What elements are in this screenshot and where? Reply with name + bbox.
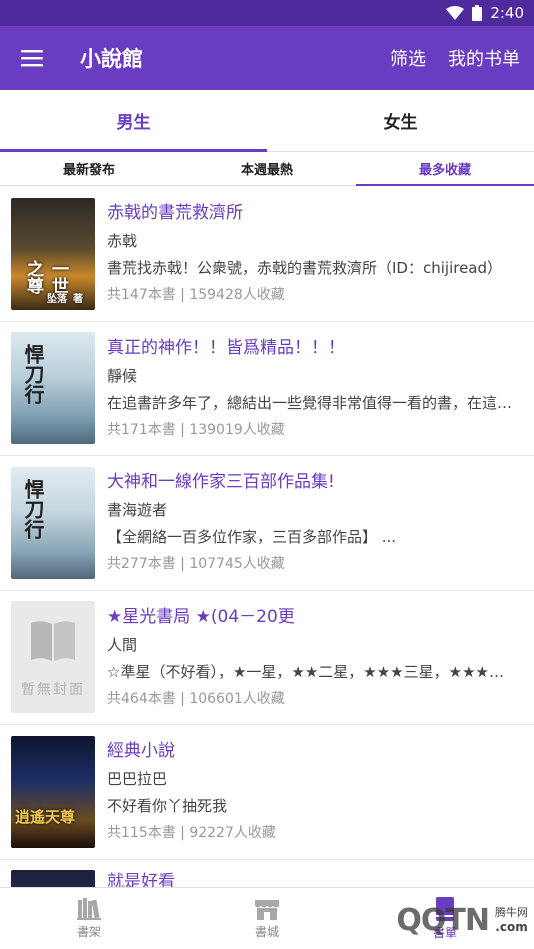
menu-button[interactable] bbox=[0, 26, 64, 90]
booklist-stats: 共277本書 | 107745人收藏 bbox=[107, 556, 285, 573]
battery-icon bbox=[472, 5, 483, 21]
cover-title: 逍遙天尊 bbox=[15, 807, 76, 826]
nav-bookshelf[interactable]: 書架 bbox=[0, 888, 178, 949]
status-time: 2:40 bbox=[490, 4, 524, 22]
book-cover bbox=[11, 869, 95, 887]
booklist-title: 經典小說 bbox=[107, 741, 175, 762]
booklist-desc: 在追書許多年了，總結出一些覺得非常值得一看的書，在這裏分享給大家 bbox=[107, 393, 516, 412]
booklist-title: 大神和一線作家三百部作品集! bbox=[107, 472, 335, 493]
booklist-desc: 【全網絡一百多位作家，三百多部作品】 ... bbox=[107, 528, 397, 547]
cover-author: 坠落 bbox=[47, 293, 67, 305]
wifi-icon bbox=[446, 6, 465, 20]
list-item[interactable]: 就是好看 bbox=[0, 860, 534, 888]
watermark-domain: .com bbox=[495, 920, 528, 934]
list-item[interactable]: 悍刀行 大神和一線作家三百部作品集! 書海遊者 【全網絡一百多位作家，三百多部作… bbox=[0, 456, 534, 591]
list-item[interactable]: 逍遙天尊 經典小說 巴巴拉巴 不好看你丫抽死我 共115本書 | 92227人收… bbox=[0, 725, 534, 860]
watermark-site: 腾牛网 bbox=[495, 906, 528, 919]
booklist-author: 赤戟 bbox=[107, 232, 138, 251]
tab-newest[interactable]: 最新發布 bbox=[0, 152, 178, 185]
booklist-author: 靜候 bbox=[107, 366, 138, 385]
booklist-title: 就是好看 bbox=[107, 871, 175, 888]
cover-title: 悍刀行 bbox=[21, 478, 45, 539]
list-item[interactable]: 一世之尊 坠落 著 赤戟的書荒救濟所 赤戟 書荒找赤戟！公衆號，赤戟的書荒救濟所… bbox=[0, 187, 534, 322]
booklist-desc: 不好看你丫抽死我 bbox=[107, 797, 228, 816]
cover-title: 悍刀行 bbox=[21, 344, 45, 405]
sort-tabs: 最新發布 本週最熱 最多收藏 bbox=[0, 152, 534, 186]
tab-female[interactable]: 女生 bbox=[267, 90, 534, 151]
booklist-title: 真正的神作！！皆爲精品！！！ bbox=[107, 337, 345, 358]
watermark: QQTN 腾牛网 .com bbox=[338, 894, 528, 946]
watermark-logo: QQTN bbox=[396, 902, 490, 938]
book-cover: 逍遙天尊 bbox=[11, 735, 95, 848]
list-item[interactable]: 悍刀行 真正的神作！！皆爲精品！！！ 靜候 在追書許多年了，總結出一些覺得非常值… bbox=[0, 322, 534, 456]
booklist-stats: 共147本書 | 159428人收藏 bbox=[107, 287, 285, 304]
booklist-stats: 共171本書 | 139019人收藏 bbox=[107, 421, 285, 438]
booklist-desc: 書荒找赤戟！公衆號，赤戟的書荒救濟所（ID：chijiread） bbox=[107, 259, 503, 278]
book-cover: 悍刀行 bbox=[11, 332, 95, 445]
nav-label: 書架 bbox=[76, 924, 101, 939]
bookshelf-icon bbox=[77, 897, 101, 920]
booklist-author: 人間 bbox=[107, 635, 138, 654]
book-cover-placeholder: 暫無封面 bbox=[11, 601, 95, 714]
page-title: 小說館 bbox=[80, 47, 143, 71]
list-item[interactable]: 暫無封面 ★星光書局 ★(04－20更 人間 ☆準星（不好看），★一星，★★二星… bbox=[0, 591, 534, 725]
booklist-title: ★星光書局 ★(04－20更 bbox=[107, 606, 295, 627]
open-book-icon bbox=[31, 621, 75, 662]
booklist-stats: 共464本書 | 106601人收藏 bbox=[107, 690, 285, 707]
nav-bookstore[interactable]: 書城 bbox=[178, 888, 356, 949]
store-icon bbox=[255, 899, 279, 920]
booklist-stats: 共115本書 | 92227人收藏 bbox=[107, 825, 276, 842]
cover-author-mark: 著 bbox=[73, 293, 83, 305]
app-bar: 小說館 筛选 我的书单 bbox=[0, 26, 534, 90]
book-cover: 悍刀行 bbox=[11, 466, 95, 579]
cover-placeholder-label: 暫無封面 bbox=[21, 682, 85, 699]
nav-label: 書城 bbox=[254, 924, 279, 939]
booklist-desc: ☆準星（不好看），★一星，★★二星，★★★三星，★★★★四星 bbox=[107, 662, 516, 681]
booklist-list: 一世之尊 坠落 著 赤戟的書荒救濟所 赤戟 書荒找赤戟！公衆號，赤戟的書荒救濟所… bbox=[0, 187, 534, 887]
booklist-title: 赤戟的書荒救濟所 bbox=[107, 203, 243, 224]
booklist-author: 巴巴拉巴 bbox=[107, 770, 168, 789]
booklist-author: 書海遊者 bbox=[107, 501, 168, 520]
book-cover: 一世之尊 坠落 著 bbox=[11, 197, 95, 310]
tab-most-favorited[interactable]: 最多收藏 bbox=[356, 152, 534, 186]
status-bar: 2:40 bbox=[0, 0, 534, 26]
hamburger-menu-icon bbox=[21, 50, 43, 67]
my-booklist-button[interactable]: 我的书单 bbox=[448, 45, 520, 71]
filter-button[interactable]: 筛选 bbox=[390, 45, 426, 71]
gender-tabs: 男生 女生 bbox=[0, 90, 534, 152]
tab-male[interactable]: 男生 bbox=[0, 90, 267, 152]
tab-weekly-hot[interactable]: 本週最熱 bbox=[178, 152, 356, 185]
